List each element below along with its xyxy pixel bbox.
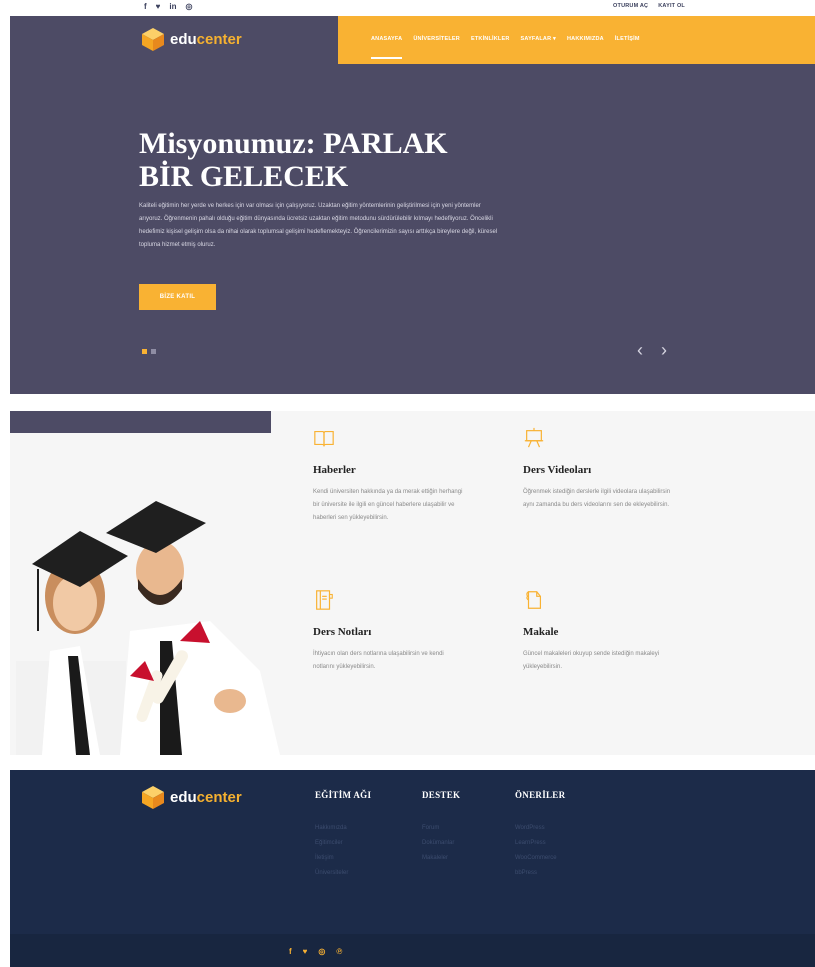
graduates-photo	[10, 471, 280, 755]
footer-column-suggestions: ÖNERİLER WordPress LearnPress WooCommerc…	[515, 790, 565, 881]
feature-article[interactable]: Makale Güncel makaleleri okuyup sende is…	[523, 588, 673, 674]
hero-section: educenter ANASAYFA ÜNİVERSİTELER ETKİNLİ…	[10, 16, 815, 394]
logo-text-center: center	[196, 788, 242, 806]
register-link[interactable]: KAYIT OL	[658, 3, 685, 9]
footer-column-title: EĞİTİM AĞI	[315, 790, 372, 800]
slider-dot-2[interactable]	[151, 349, 156, 354]
footer-column-support: DESTEK Forum Dokümanlar Makaleler	[422, 790, 460, 866]
footer-link[interactable]: Hakkımızda	[315, 821, 371, 836]
nav-item-pages[interactable]: SAYFALAR ▾	[521, 36, 556, 42]
hero-description: Kaliteli eğitimin her yerde ve herkes iç…	[139, 203, 498, 248]
join-button[interactable]: BİZE KATIL	[139, 284, 216, 310]
hero-title: Misyonumuz: PARLAK BİR GELECEK	[139, 127, 448, 193]
twitter-icon[interactable]: ♥	[303, 947, 308, 956]
logo-text-edu: edu	[170, 30, 197, 48]
login-link[interactable]: OTURUM AÇ	[613, 3, 648, 9]
slider-dot-1[interactable]	[142, 349, 147, 354]
features-section: Haberler Kendi üniversiten hakkında ya d…	[10, 411, 815, 755]
document-icon	[526, 591, 542, 609]
logo-text-edu: edu	[170, 788, 197, 806]
auth-links: OTURUM AÇ KAYIT OL	[613, 3, 685, 9]
feature-title: Ders Videoları	[523, 464, 592, 476]
next-arrow-icon[interactable]: ›	[661, 340, 667, 360]
footer-link[interactable]: Üniversiteler	[315, 866, 371, 881]
footer-link[interactable]: Makaleler	[422, 851, 460, 866]
twitter-icon[interactable]: ♥	[156, 2, 161, 12]
footer-column-title: ÖNERİLER	[515, 790, 566, 800]
feature-news[interactable]: Haberler Kendi üniversiten hakkında ya d…	[313, 426, 463, 525]
nav-item-about[interactable]: HAKKIMIZDA	[567, 36, 604, 42]
site-footer: educenter EĞİTİM AĞI Hakkımızda Eğitimci…	[10, 770, 815, 967]
footer-link[interactable]: WordPress	[515, 821, 565, 836]
feature-title: Haberler	[313, 464, 356, 476]
footer-social-links: f ♥ ◎ ℗	[289, 947, 342, 956]
instagram-icon[interactable]: ◎	[186, 2, 193, 12]
feature-videos[interactable]: Ders Videoları Öğrenmek istediğin dersle…	[523, 426, 673, 512]
logo-cube-icon	[142, 786, 164, 809]
footer-link[interactable]: İletişim	[315, 851, 371, 866]
feature-text: Öğrenmek istediğin derslerle ilgili vide…	[523, 489, 671, 508]
logo-text-center: center	[196, 30, 242, 48]
footer-link[interactable]: Dokümanlar	[422, 836, 460, 851]
footer-link[interactable]: LearnPress	[515, 836, 565, 851]
feature-text: Güncel makaleleri okuyup sende istediğin…	[523, 651, 660, 670]
notebook-icon	[316, 590, 333, 610]
linkedin-icon[interactable]: in	[169, 2, 176, 12]
slider-dots	[142, 349, 156, 354]
footer-link[interactable]: WooCommerce	[515, 851, 565, 866]
nav-item-home[interactable]: ANASAYFA	[371, 36, 403, 59]
footer-column-network: EĞİTİM AĞI Hakkımızda Eğitimciler İletiş…	[315, 790, 371, 881]
feature-text: İhtiyacın olan ders notlarına ulaşabilir…	[313, 651, 444, 670]
footer-link[interactable]: bbPress	[515, 866, 565, 881]
main-nav: ANASAYFA ÜNİVERSİTELER ETKİNLİKLER SAYFA…	[371, 36, 640, 59]
feature-title: Makale	[523, 626, 559, 638]
nav-item-events[interactable]: ETKİNLİKLER	[471, 36, 510, 42]
nav-item-contact[interactable]: İLETİŞİM	[615, 36, 640, 42]
prev-arrow-icon[interactable]: ‹	[637, 340, 643, 360]
facebook-icon[interactable]: f	[144, 2, 147, 12]
feature-notes[interactable]: Ders Notları İhtiyacın olan ders notları…	[313, 588, 463, 674]
footer-bottom-bar	[10, 934, 815, 967]
feature-text: Kendi üniversiten hakkında ya da merak e…	[313, 489, 463, 521]
footer-link[interactable]: Eğitimciler	[315, 836, 371, 851]
facebook-icon[interactable]: f	[289, 947, 292, 956]
header-logo[interactable]: educenter	[140, 26, 242, 52]
nav-item-universities[interactable]: ÜNİVERSİTELER	[413, 36, 460, 42]
features-strip	[10, 411, 271, 433]
pinterest-icon[interactable]: ℗	[336, 947, 342, 956]
footer-link[interactable]: Forum	[422, 821, 460, 836]
top-bar: f ♥ in ◎ OTURUM AÇ KAYIT OL	[0, 0, 815, 16]
slider-arrows: ‹ ›	[637, 340, 667, 360]
footer-column-title: DESTEK	[422, 790, 461, 800]
book-icon	[314, 430, 334, 447]
instagram-icon[interactable]: ◎	[318, 947, 325, 956]
top-social-links: f ♥ in ◎	[144, 2, 193, 12]
footer-logo[interactable]: educenter	[140, 784, 242, 810]
logo-cube-icon	[142, 28, 164, 51]
feature-title: Ders Notları	[313, 626, 372, 638]
presentation-board-icon	[524, 427, 544, 448]
